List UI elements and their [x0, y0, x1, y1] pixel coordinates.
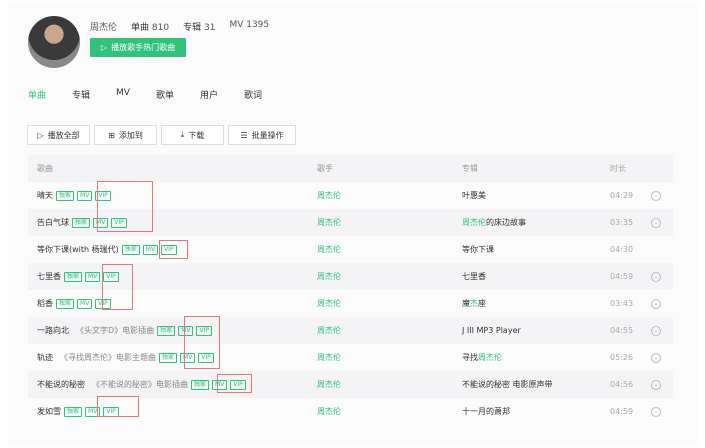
duration: 03:35 — [610, 218, 634, 227]
exclusive-tag: 独家 — [121, 244, 140, 255]
song-subtitle: 《头文字D》电影插曲 — [76, 326, 155, 335]
annotation-box — [97, 396, 139, 417]
song-title[interactable]: 晴天 — [37, 190, 53, 201]
singer-link[interactable]: 周杰伦 — [317, 190, 341, 201]
duration: 04:30 — [610, 245, 634, 254]
duration: 04:59 — [610, 272, 634, 281]
exclusive-tag: 独家 — [64, 271, 83, 282]
duration: 04:59 — [610, 407, 634, 416]
singer-link[interactable]: 周杰伦 — [317, 406, 341, 417]
tab-1[interactable]: 专辑 — [72, 88, 90, 101]
add-to-button[interactable]: ⊞ 添加到 — [94, 125, 157, 145]
album-link[interactable]: 周杰伦的床边故事 — [462, 217, 526, 228]
annotation-box — [102, 264, 133, 310]
play-hot-songs-button[interactable]: ▷ 播放歌手热门歌曲 — [90, 38, 186, 57]
tab-3[interactable]: 歌单 — [156, 88, 174, 101]
album-link[interactable]: 七里香 — [462, 271, 486, 282]
album-link[interactable]: 寻找周杰伦 — [462, 352, 502, 363]
table-header: 歌曲 歌手 专辑 时长 — [28, 155, 673, 182]
mv-tag[interactable]: MV — [77, 190, 93, 201]
singles-count: 单曲 810 — [131, 23, 170, 33]
more-chevron-icon[interactable]: ⌄ — [651, 190, 661, 201]
annotation-box — [159, 240, 188, 259]
toolbar: ▷ 播放全部 ⊞ 添加到 ⤓ 下载 ☰ 批量操作 — [27, 125, 296, 145]
duration: 04:55 — [610, 326, 634, 335]
song-cell: 等你下课(with 杨瑞代) 独家 MV VIP — [37, 244, 177, 255]
song-title[interactable]: 不能说的秘密 — [37, 379, 85, 390]
exclusive-tag: 独家 — [56, 298, 75, 309]
mv-tag[interactable]: MV — [85, 271, 101, 282]
table-row[interactable]: 等你下课(with 杨瑞代) 独家 MV VIP 周杰伦 等你下课 04:30 — [28, 236, 673, 263]
album-link[interactable]: 叶惠美 — [462, 190, 486, 201]
album-link[interactable]: 不能说的秘密 电影原声带 — [462, 379, 553, 390]
duration: 04:56 — [610, 380, 634, 389]
singer-link[interactable]: 周杰伦 — [317, 379, 341, 390]
more-chevron-icon[interactable]: ⌄ — [651, 352, 661, 363]
singer-link[interactable]: 周杰伦 — [317, 244, 341, 255]
artist-info: 周杰伦 单曲 810 专辑 31 MV 1395 — [90, 20, 269, 33]
annotation-box — [217, 374, 252, 393]
album-link[interactable]: 等你下课 — [462, 244, 494, 255]
play-icon: ▷ — [100, 43, 108, 52]
duration: 04:29 — [610, 191, 634, 200]
song-title[interactable]: 等你下课(with 杨瑞代) — [37, 244, 119, 255]
singer-link[interactable]: 周杰伦 — [317, 298, 341, 309]
tab-bar: 单曲 专辑 MV 歌单 用户 歌词 — [28, 88, 288, 101]
table-row[interactable]: 不能说的秘密 《不能说的秘密》电影插曲 独家 MV VIP 周杰伦 不能说的秘密 电影原… — [28, 371, 673, 398]
more-chevron-icon[interactable]: ⌄ — [651, 217, 661, 228]
download-button[interactable]: ⤓ 下载 — [161, 125, 224, 145]
avatar[interactable] — [28, 16, 80, 68]
album-link[interactable]: 十一月的萧邦 — [462, 406, 510, 417]
song-subtitle: 《寻找周杰伦》电影主题曲 — [60, 353, 156, 362]
song-title[interactable]: 稻香 — [37, 298, 53, 309]
exclusive-tag: 独家 — [64, 406, 83, 417]
play-all-button[interactable]: ▷ 播放全部 — [27, 125, 90, 145]
exclusive-tag: 独家 — [157, 325, 176, 336]
exclusive-tag: 独家 — [56, 190, 75, 201]
album-link[interactable]: J III MP3 Player — [462, 326, 521, 335]
more-chevron-icon[interactable]: ⌄ — [651, 406, 661, 417]
song-cell: 不能说的秘密 《不能说的秘密》电影插曲 独家 MV VIP — [37, 379, 246, 390]
tab-0[interactable]: 单曲 — [28, 88, 46, 101]
more-chevron-icon[interactable]: ⌄ — [651, 298, 661, 309]
table-row[interactable]: 一路向北 《头文字D》电影插曲 独家 MV VIP 周杰伦 J III MP3 Play… — [28, 317, 673, 344]
more-chevron-icon[interactable]: ⌄ — [651, 271, 661, 282]
tab-4[interactable]: 用户 — [200, 88, 218, 101]
plus-box-icon: ⊞ — [108, 130, 115, 140]
tab-5[interactable]: 歌词 — [244, 88, 262, 101]
more-chevron-icon[interactable]: ⌄ — [651, 379, 661, 390]
album-link[interactable]: 魔杰座 — [462, 298, 486, 309]
song-cell: 稻香 独家 MV VIP — [37, 298, 111, 309]
singer-link[interactable]: 周杰伦 — [317, 325, 341, 336]
annotation-box — [184, 316, 220, 369]
download-icon: ⤓ — [180, 130, 185, 139]
artist-name[interactable]: 周杰伦 — [90, 20, 117, 33]
singer-link[interactable]: 周杰伦 — [317, 352, 341, 363]
annotation-box — [97, 181, 153, 232]
duration: 05:26 — [610, 353, 634, 362]
singer-link[interactable]: 周杰伦 — [317, 271, 341, 282]
mv-tag[interactable]: MV — [142, 244, 159, 255]
more-chevron-icon[interactable]: ⌄ — [651, 325, 661, 336]
song-title[interactable]: 发如雪 — [37, 406, 61, 417]
song-title[interactable]: 七里香 — [37, 271, 61, 282]
song-title[interactable]: 轨迹 — [37, 352, 53, 363]
song-title[interactable]: 告白气球 — [37, 217, 69, 228]
singer-link[interactable]: 周杰伦 — [317, 217, 341, 228]
play-icon: ▷ — [37, 130, 44, 140]
duration: 03:43 — [610, 299, 634, 308]
batch-icon: ☰ — [240, 130, 248, 140]
albums-count: 专辑 31 — [183, 23, 216, 33]
mv-count: MV 1395 — [229, 20, 270, 30]
exclusive-tag: 独家 — [159, 352, 178, 363]
exclusive-tag: 独家 — [72, 217, 91, 228]
mv-tag[interactable]: MV — [77, 298, 93, 309]
tab-2[interactable]: MV — [116, 88, 130, 101]
song-title[interactable]: 一路向北 — [37, 325, 69, 336]
batch-button[interactable]: ☰ 批量操作 — [228, 125, 296, 145]
exclusive-tag: 独家 — [191, 379, 210, 390]
song-subtitle: 《不能说的秘密》电影插曲 — [92, 380, 188, 389]
table-row[interactable]: 轨迹 《寻找周杰伦》电影主题曲 独家 MV VIP 周杰伦 寻找周杰伦 05:26 ⌄ — [28, 344, 673, 371]
